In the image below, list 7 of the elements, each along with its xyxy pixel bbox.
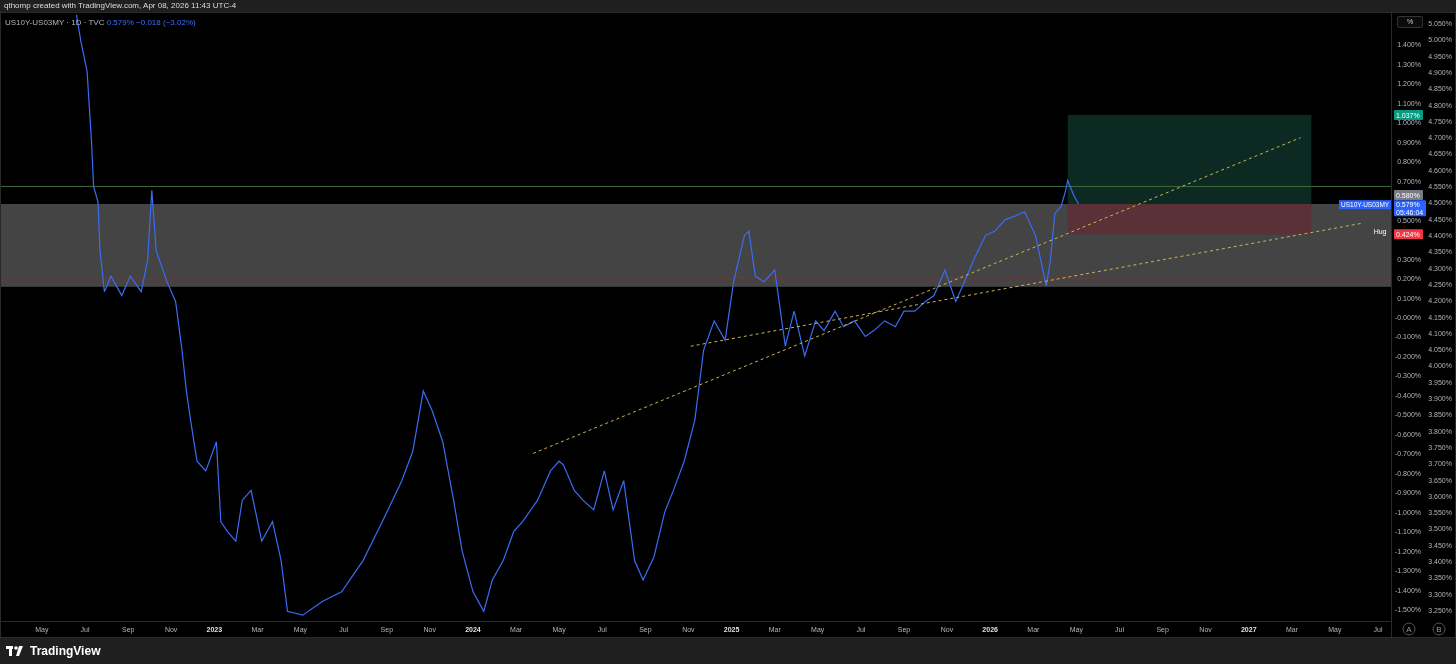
- logo-text: TradingView: [30, 643, 101, 660]
- logo-icon: [6, 646, 26, 656]
- axis-button[interactable]: A: [1402, 622, 1416, 636]
- change-value: −0.018 (−3.02%): [136, 18, 196, 27]
- axis-button[interactable]: B: [1432, 622, 1446, 636]
- attribution-text: qthomp created with TradingView.com, Apr 08, 2026 11:43 UTC-4: [3, 0, 238, 12]
- price-value: 0.579%: [106, 18, 134, 27]
